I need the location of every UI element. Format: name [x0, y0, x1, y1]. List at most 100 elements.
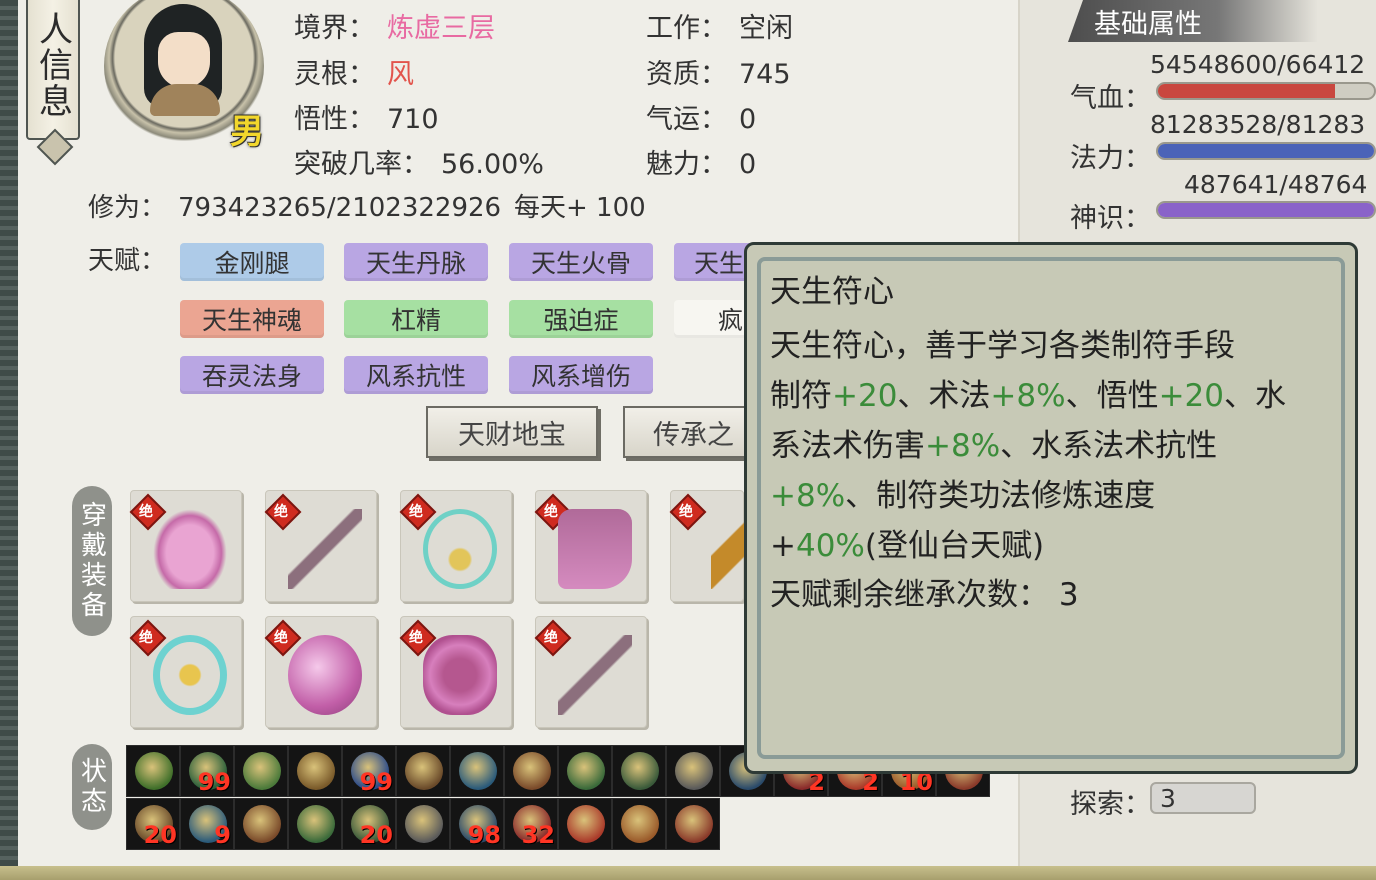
status-glyph-icon — [405, 752, 443, 790]
status-effect-icon[interactable]: 9 — [180, 798, 234, 850]
orb-icon — [288, 635, 362, 715]
sword-icon — [288, 509, 362, 589]
status-stack-count: 20 — [143, 821, 177, 849]
cultivation-value: 793423265/2102322926 — [178, 193, 502, 223]
status-effect-icon[interactable] — [288, 745, 342, 797]
root-stat: 灵根： 风 — [294, 52, 414, 91]
equip-slot-robe[interactable]: 绝 — [129, 490, 242, 602]
talent-chip[interactable]: 风系抗性 — [344, 356, 488, 394]
tooltip-bonus: +20 — [832, 378, 898, 414]
talent-chip[interactable]: 金刚腿 — [180, 243, 324, 281]
status-effect-icon[interactable]: 20 — [342, 798, 396, 850]
avatar-face — [158, 32, 210, 88]
status-effect-icon[interactable]: 99 — [180, 745, 234, 797]
equip-slot-boots[interactable]: 绝 — [534, 490, 647, 602]
status-effect-icon[interactable] — [612, 798, 666, 850]
root-label: 灵根： — [294, 59, 375, 90]
talent-chip[interactable]: 强迫症 — [509, 300, 653, 338]
realm-label: 境界： — [294, 13, 375, 44]
equip-slot-orb[interactable]: 绝 — [264, 616, 377, 728]
bottom-frame — [0, 866, 1376, 880]
tier-badge-label: 绝 — [274, 504, 288, 520]
tooltip-bonus: +8% — [770, 478, 846, 514]
luck-value: 0 — [739, 104, 757, 135]
talent-chip[interactable]: 天生火骨 — [509, 243, 653, 281]
status-effect-icon[interactable] — [126, 745, 180, 797]
tooltip-text: 、水 — [1224, 378, 1286, 414]
talent-chip[interactable]: 天生丹脉 — [344, 243, 488, 281]
mp-bar-fill — [1158, 144, 1374, 158]
tooltip-text: 、制符类功法修炼速度 — [845, 478, 1156, 514]
tooltip-line: 系法术伤害+8%、水系法术抗性 — [770, 420, 1217, 465]
charm-value: 0 — [739, 149, 757, 180]
charm-stat: 魅力： 0 — [646, 142, 756, 181]
tier-badge-label: 绝 — [544, 630, 558, 646]
boots-icon — [558, 509, 632, 589]
equip-slot-necklace[interactable]: 绝 — [399, 490, 512, 602]
tooltip-title: 天生符心 — [770, 274, 894, 310]
status-effect-icon[interactable]: 20 — [126, 798, 180, 850]
status-section-label: 状态 — [76, 757, 107, 817]
status-glyph-icon — [243, 752, 281, 790]
status-stack-count: 20 — [359, 821, 393, 849]
status-effect-icon[interactable] — [234, 745, 288, 797]
equipment-section-tag: 穿戴装备 — [72, 486, 112, 636]
bracelet-icon — [153, 635, 227, 715]
status-effect-icon[interactable] — [558, 798, 612, 850]
tooltip-text: 、水系法术抗性 — [1000, 428, 1218, 464]
status-section-tag: 状态 — [72, 744, 112, 830]
talent-chip[interactable]: 杠精 — [344, 300, 488, 338]
tooltip-line: 制符+20、术法+8%、悟性+20、水 — [770, 370, 1286, 415]
status-glyph-icon — [513, 752, 551, 790]
status-glyph-icon — [135, 752, 173, 790]
equip-slot-scroll[interactable]: 绝 — [669, 490, 745, 602]
hp-bar — [1156, 82, 1376, 100]
status-effect-icon[interactable] — [666, 798, 720, 850]
panel-title-scroll: 人信息 — [26, 0, 80, 140]
basic-attributes-title: 基础属性 — [1068, 0, 1318, 42]
explore-input[interactable]: 3 — [1150, 782, 1256, 814]
status-effect-icon[interactable]: 99 — [342, 745, 396, 797]
aptitude-value: 745 — [739, 59, 791, 90]
talent-chip[interactable]: 吞灵法身 — [180, 356, 324, 394]
tooltip-inherit-count: 天赋剩余继承次数： 3 — [770, 577, 1079, 613]
status-glyph-icon — [297, 752, 335, 790]
status-effect-icon[interactable] — [396, 798, 450, 850]
realm-stat: 境界： 炼虚三层 — [294, 6, 495, 45]
status-effect-icon[interactable] — [450, 745, 504, 797]
equipment-section-label: 穿戴装备 — [76, 501, 107, 621]
tier-badge-label: 绝 — [409, 630, 423, 646]
sword-icon — [558, 635, 632, 715]
status-glyph-icon — [621, 805, 659, 843]
daily-gain: 每天+ 100 — [514, 193, 646, 223]
equip-slot-bracelet[interactable]: 绝 — [129, 616, 242, 728]
equip-slot-sword[interactable]: 绝 — [264, 490, 377, 602]
talisman-icon — [423, 635, 497, 715]
status-effect-icon[interactable] — [612, 745, 666, 797]
status-effect-icon[interactable] — [558, 745, 612, 797]
status-effect-icon[interactable] — [666, 745, 720, 797]
tier-badge-label: 绝 — [544, 504, 558, 520]
status-effect-icon[interactable]: 32 — [504, 798, 558, 850]
status-effect-icon[interactable] — [504, 745, 558, 797]
sense-bar — [1156, 201, 1376, 219]
left-frame — [0, 0, 18, 880]
status-effect-icon[interactable] — [396, 745, 450, 797]
status-effect-icon[interactable] — [234, 798, 288, 850]
equip-slot-sword-2[interactable]: 绝 — [534, 616, 647, 728]
status-effect-icon[interactable]: 98 — [450, 798, 504, 850]
equip-slot-talisman[interactable]: 绝 — [399, 616, 512, 728]
tooltip-bonus: +8% — [925, 428, 1001, 464]
tooltip-text: (登仙台天赋) — [864, 528, 1045, 564]
talent-chip[interactable]: 风系增伤 — [509, 356, 653, 394]
treasure-button[interactable]: 天财地宝 — [426, 406, 598, 458]
tooltip-description: 天生符心，善于学习各类制符手段 — [770, 328, 1235, 364]
sense-value: 487641/48764 — [1184, 170, 1368, 199]
mp-bar — [1156, 142, 1376, 160]
talent-chip[interactable]: 天生神魂 — [180, 300, 324, 338]
luck-stat: 气运： 0 — [646, 97, 756, 136]
sense-bar-fill — [1158, 203, 1374, 217]
status-effect-icon[interactable] — [288, 798, 342, 850]
realm-value: 炼虚三层 — [387, 13, 495, 44]
status-stack-count: 99 — [197, 768, 231, 796]
